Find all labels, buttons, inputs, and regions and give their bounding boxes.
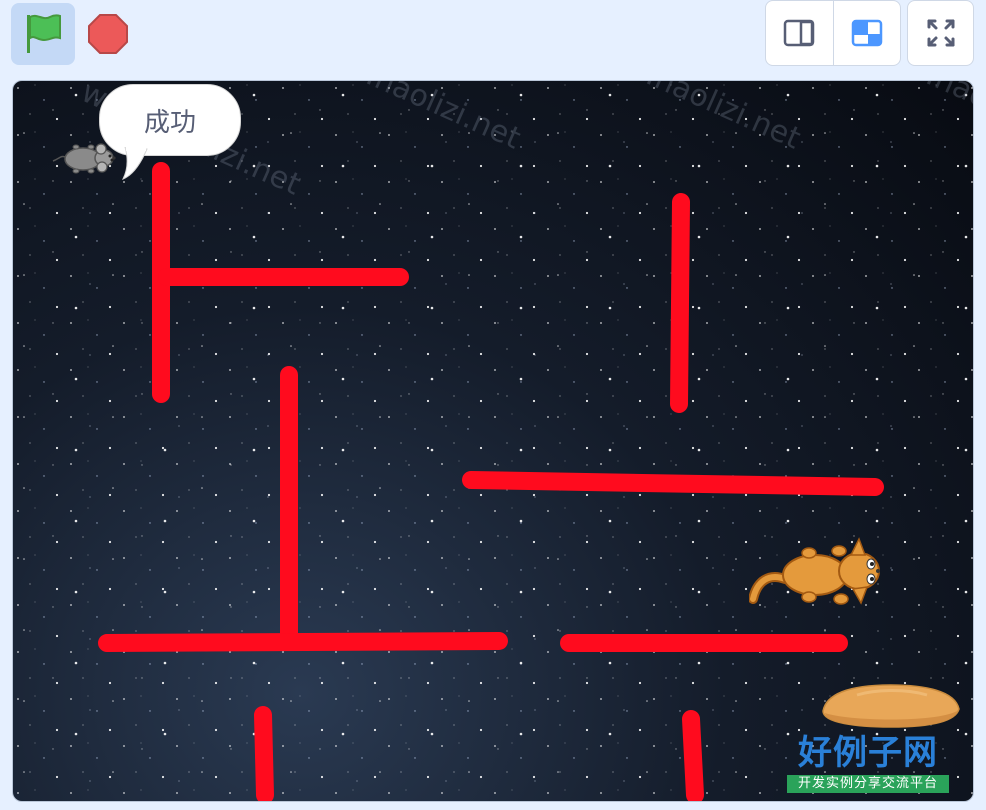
watermark-logo: 好例子网 开发实例分享交流平台 <box>787 733 949 793</box>
small-stage-button[interactable] <box>766 1 833 65</box>
stage-canvas[interactable]: www.haolizi.net www.haolizi.net www.haol… <box>12 80 974 802</box>
fullscreen-icon <box>927 19 954 47</box>
maze-wall <box>670 193 690 413</box>
maze-wall <box>98 632 508 652</box>
maze-wall <box>682 710 704 801</box>
speech-bubble-tail <box>121 147 148 180</box>
stage-toolbar <box>0 0 986 78</box>
bread-sprite[interactable] <box>817 681 963 731</box>
watermark-title: 好例子网 <box>798 733 938 773</box>
watermark-subtitle: 开发实例分享交流平台 <box>787 775 949 793</box>
small-stage-icon <box>784 19 815 47</box>
maze-wall <box>254 706 274 801</box>
green-flag-button[interactable] <box>11 3 75 65</box>
cat-sprite[interactable] <box>749 533 885 611</box>
stage-size-toggle <box>765 0 901 66</box>
speech-bubble: 成功 <box>99 84 241 156</box>
maze-wall <box>462 471 884 496</box>
normal-stage-button[interactable] <box>832 1 901 65</box>
stop-button[interactable] <box>82 8 134 60</box>
stop-sign-icon <box>88 14 128 54</box>
fullscreen-button[interactable] <box>907 0 974 66</box>
green-flag-icon <box>27 14 61 53</box>
speech-text: 成功 <box>143 107 196 138</box>
normal-stage-icon <box>851 19 882 47</box>
